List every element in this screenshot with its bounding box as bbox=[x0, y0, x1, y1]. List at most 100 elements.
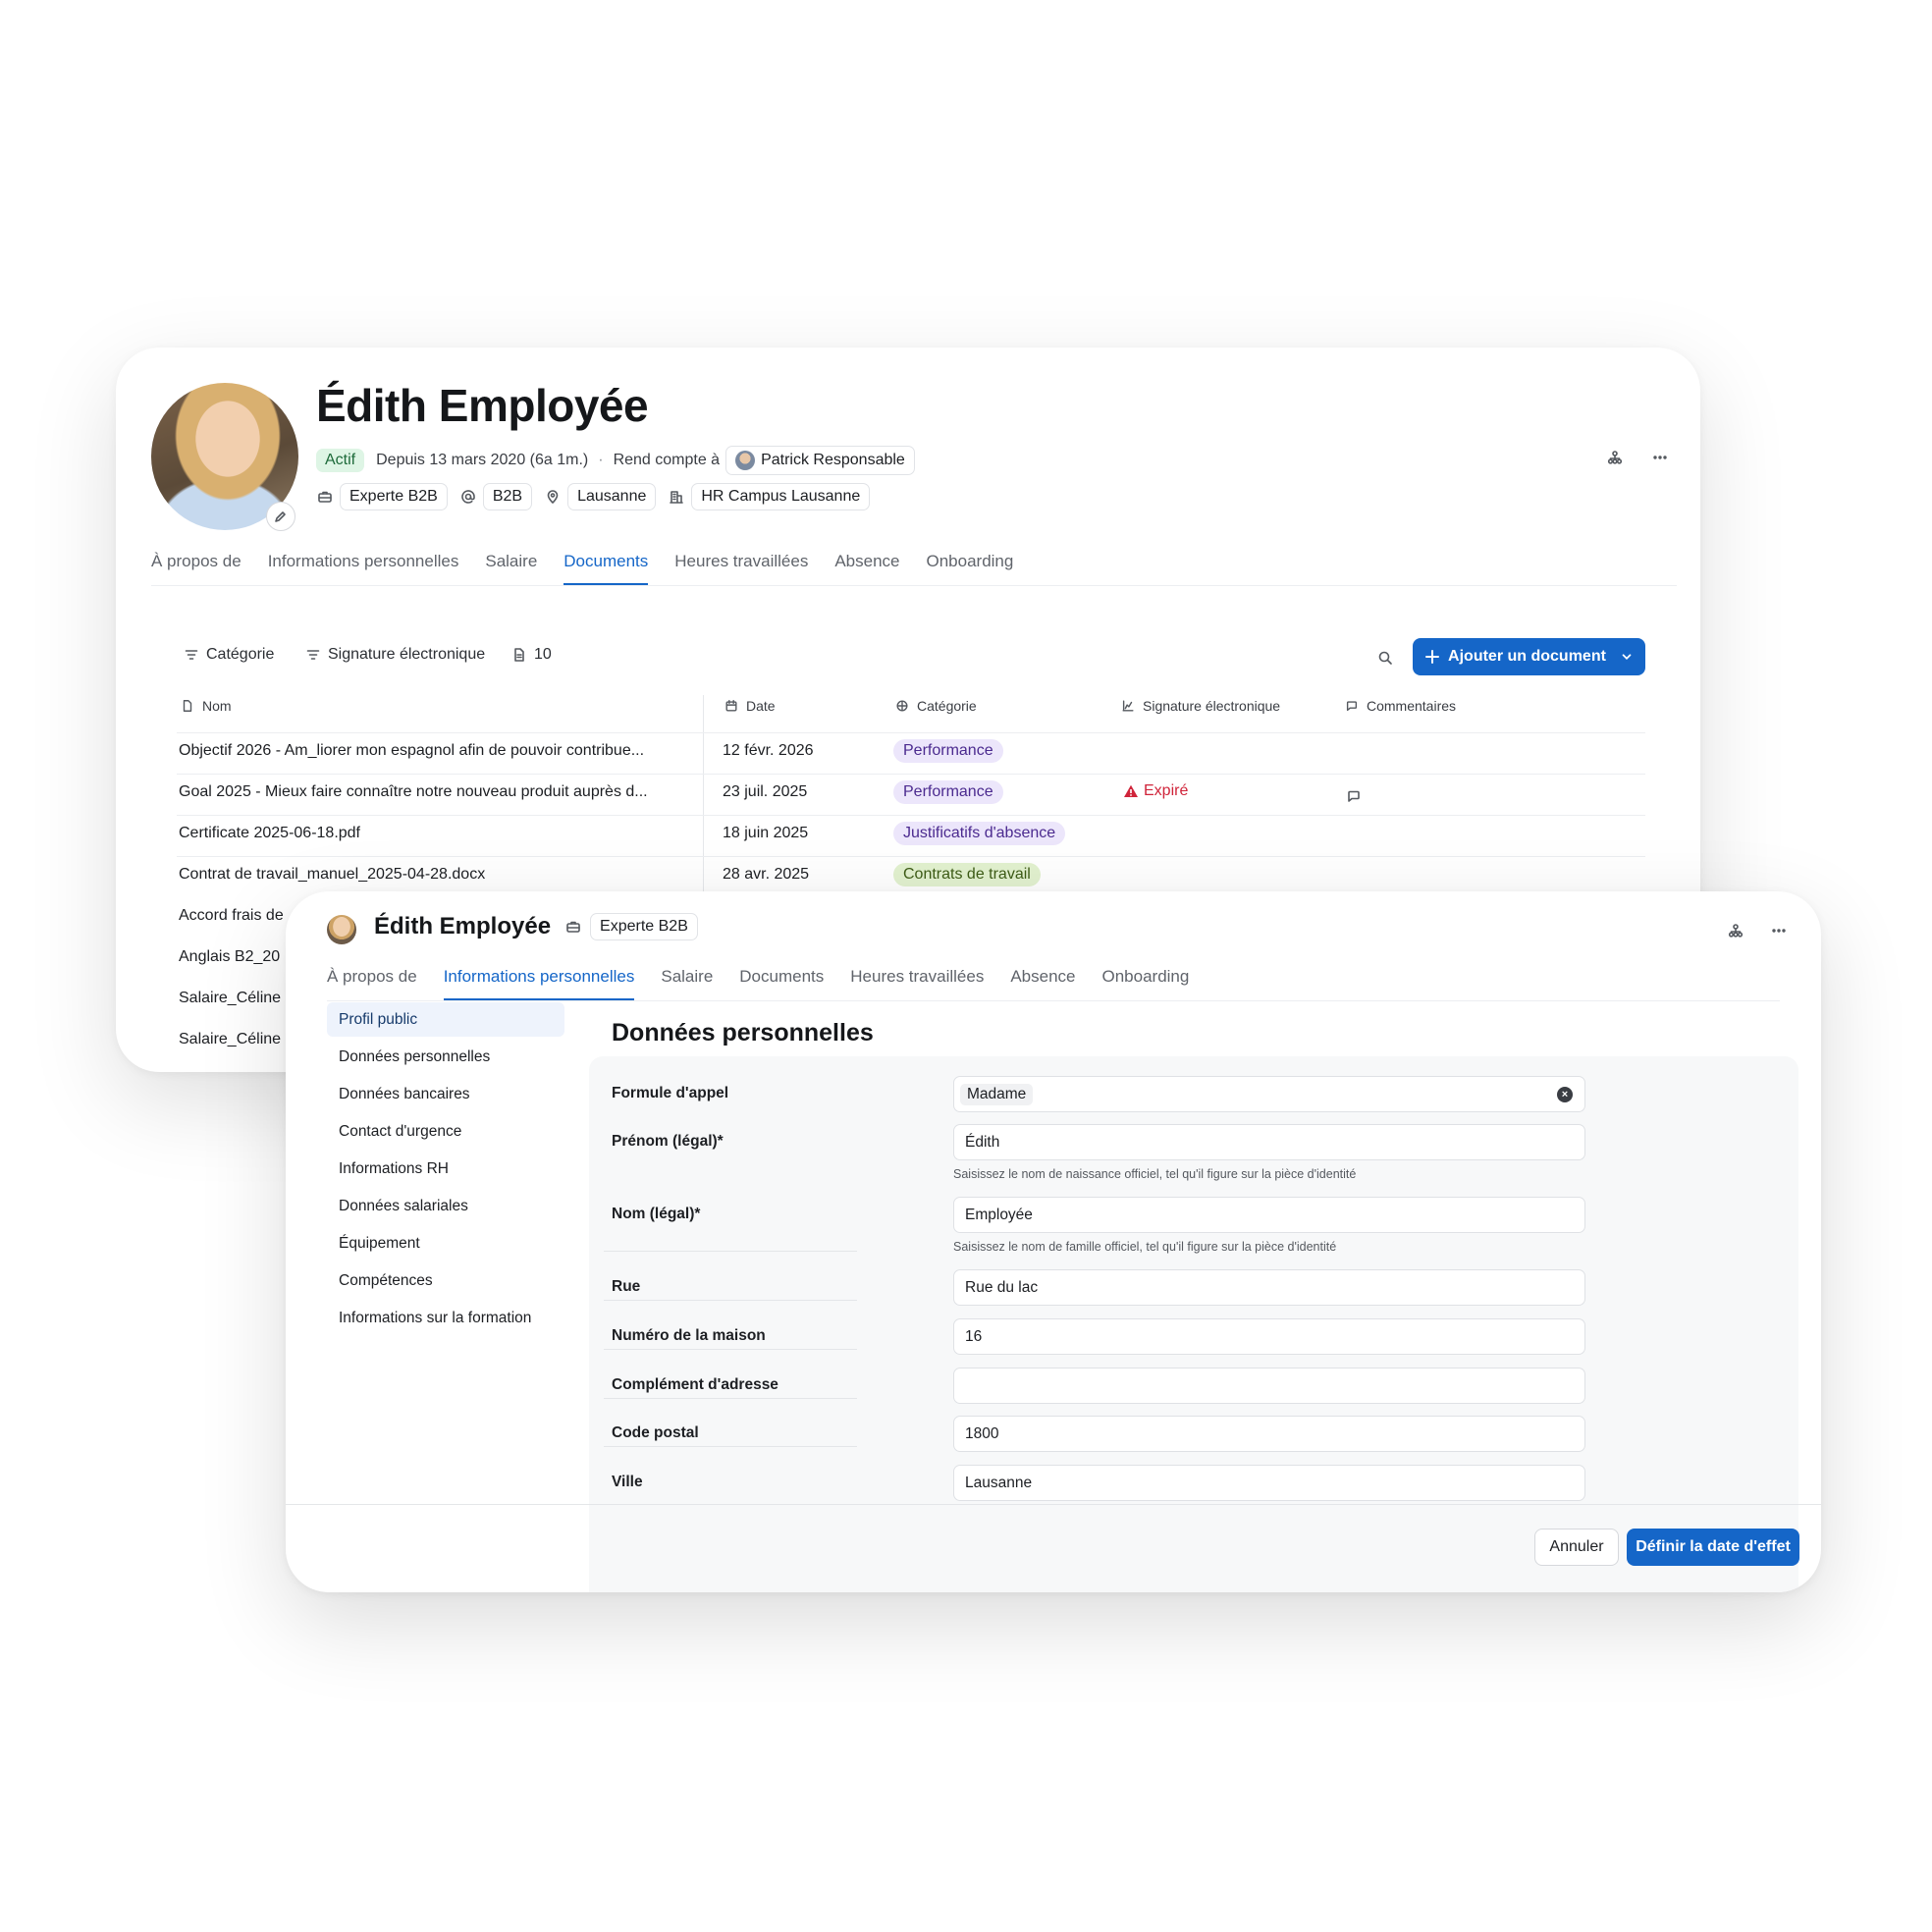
chip-position[interactable]: Experte B2B bbox=[590, 913, 698, 940]
column-header-date[interactable]: Date bbox=[723, 697, 776, 715]
package-icon bbox=[893, 697, 911, 715]
column-header-label: Catégorie bbox=[917, 698, 977, 714]
row-divider bbox=[177, 732, 1645, 733]
sidebar-item-emergency-contact[interactable]: Contact d'urgence bbox=[327, 1114, 564, 1149]
tab-absence[interactable]: Absence bbox=[1010, 967, 1075, 1000]
status-line: Actif Depuis 13 mars 2020 (6a 1m.) · Ren… bbox=[316, 446, 915, 475]
document-name[interactable]: Certificate 2025-06-18.pdf bbox=[179, 825, 360, 842]
column-header-comments[interactable]: Commentaires bbox=[1343, 697, 1456, 715]
tab-documents[interactable]: Documents bbox=[564, 552, 649, 585]
tab-onboarding[interactable]: Onboarding bbox=[1102, 967, 1190, 1000]
category-pill: Contrats de travail bbox=[893, 863, 1041, 886]
signature-status-expired: Expiré bbox=[1123, 782, 1188, 800]
document-name[interactable]: Salaire_Céline bbox=[179, 990, 281, 1007]
document-name[interactable]: Salaire_Céline bbox=[179, 1031, 281, 1048]
more-options-icon[interactable] bbox=[1650, 448, 1670, 467]
row-divider bbox=[177, 774, 1645, 775]
at-icon bbox=[459, 488, 477, 506]
field-divider bbox=[604, 1446, 857, 1447]
sidebar-item-personal-data[interactable]: Données personnelles bbox=[327, 1040, 564, 1074]
tab-personal-info[interactable]: Informations personnelles bbox=[268, 552, 459, 585]
sidebar-item-bank-data[interactable]: Données bancaires bbox=[327, 1077, 564, 1111]
document-name[interactable]: Contrat de travail_manuel_2025-04-28.doc… bbox=[179, 866, 485, 884]
postal-code-input[interactable]: 1800 bbox=[953, 1416, 1585, 1452]
clear-icon[interactable]: × bbox=[1557, 1087, 1573, 1102]
tab-onboarding[interactable]: Onboarding bbox=[927, 552, 1014, 585]
address-extra-label: Complément d'adresse bbox=[612, 1376, 778, 1393]
category-pill: Justificatifs d'absence bbox=[893, 822, 1066, 845]
cancel-button[interactable]: Annuler bbox=[1534, 1529, 1619, 1566]
plus-icon bbox=[1425, 650, 1440, 664]
employee-avatar[interactable] bbox=[327, 915, 356, 944]
manager-name: Patrick Responsable bbox=[761, 452, 905, 468]
filter-category[interactable]: Catégorie bbox=[183, 646, 274, 664]
sidebar-item-salary-data[interactable]: Données salariales bbox=[327, 1189, 564, 1223]
chip-team[interactable]: B2B bbox=[482, 483, 533, 510]
last-name-help: Saisissez le nom de famille officiel, te… bbox=[953, 1240, 1337, 1254]
tab-documents[interactable]: Documents bbox=[739, 967, 824, 1000]
field-divider bbox=[604, 1398, 857, 1399]
add-document-label: Ajouter un document bbox=[1448, 648, 1606, 665]
building-icon bbox=[668, 488, 685, 506]
first-name-label: Prénom (légal)* bbox=[612, 1133, 724, 1150]
filter-category-label: Catégorie bbox=[206, 646, 275, 663]
address-extra-input[interactable] bbox=[953, 1368, 1585, 1404]
document-date: 28 avr. 2025 bbox=[723, 866, 810, 883]
first-name-help: Saisissez le nom de naissance officiel, … bbox=[953, 1167, 1357, 1181]
set-effective-date-button[interactable]: Définir la date d'effet bbox=[1627, 1529, 1799, 1566]
reports-to-label: Rend compte à bbox=[613, 452, 721, 468]
comment-icon bbox=[1343, 697, 1361, 715]
document-name[interactable]: Accord frais de bbox=[179, 907, 284, 925]
more-options-icon[interactable] bbox=[1769, 921, 1789, 940]
column-header-label: Nom bbox=[202, 698, 232, 714]
tab-hours-worked[interactable]: Heures travaillées bbox=[850, 967, 984, 1000]
street-input[interactable]: Rue du lac bbox=[953, 1269, 1585, 1306]
chevron-down-icon[interactable] bbox=[1620, 650, 1634, 664]
document-name[interactable]: Anglais B2_20 bbox=[179, 948, 280, 966]
column-header-category[interactable]: Catégorie bbox=[893, 697, 977, 715]
tab-personal-info[interactable]: Informations personnelles bbox=[443, 967, 635, 1000]
category-pill: Performance bbox=[893, 739, 1003, 763]
tab-salary[interactable]: Salaire bbox=[485, 552, 537, 585]
chip-office[interactable]: HR Campus Lausanne bbox=[691, 483, 871, 510]
column-header-signature[interactable]: Signature électronique bbox=[1119, 697, 1280, 715]
org-chart-icon[interactable] bbox=[1605, 448, 1625, 467]
column-header-label: Date bbox=[746, 698, 776, 714]
row-divider bbox=[177, 856, 1645, 857]
footer-divider bbox=[286, 1504, 1821, 1505]
sidebar-item-hr-info[interactable]: Informations RH bbox=[327, 1152, 564, 1186]
manager-chip[interactable]: Patrick Responsable bbox=[725, 446, 915, 475]
add-document-button[interactable]: Ajouter un document bbox=[1413, 638, 1645, 675]
org-chart-icon[interactable] bbox=[1726, 921, 1745, 940]
tab-absence[interactable]: Absence bbox=[834, 552, 899, 585]
salutation-select[interactable]: Madame × bbox=[953, 1076, 1585, 1112]
tab-salary[interactable]: Salaire bbox=[661, 967, 713, 1000]
manager-avatar bbox=[735, 451, 756, 470]
column-header-name[interactable]: Nom bbox=[179, 697, 232, 715]
personal-info-window: Édith Employée Experte B2B À propos de I… bbox=[286, 891, 1821, 1592]
sidebar-item-training-info[interactable]: Informations sur la formation bbox=[327, 1301, 564, 1335]
tab-about[interactable]: À propos de bbox=[327, 967, 417, 1000]
filter-signature[interactable]: Signature électronique bbox=[304, 646, 485, 664]
sidebar-item-public-profile[interactable]: Profil public bbox=[327, 1002, 564, 1037]
chip-position[interactable]: Experte B2B bbox=[340, 483, 448, 510]
house-number-input[interactable]: 16 bbox=[953, 1318, 1585, 1355]
edit-avatar-button[interactable] bbox=[266, 502, 295, 531]
tab-about[interactable]: À propos de bbox=[151, 552, 242, 585]
search-icon[interactable] bbox=[1375, 648, 1395, 668]
form-title: Données personnelles bbox=[612, 1019, 874, 1046]
document-name[interactable]: Objectif 2026 - Am_liorer mon espagnol a… bbox=[179, 742, 644, 760]
tab-hours-worked[interactable]: Heures travaillées bbox=[674, 552, 808, 585]
profile-tabs: À propos de Informations personnelles Sa… bbox=[327, 967, 1780, 1001]
warning-icon bbox=[1124, 784, 1138, 797]
first-name-input[interactable]: Édith bbox=[953, 1124, 1585, 1160]
column-header-label: Commentaires bbox=[1367, 698, 1457, 714]
sidebar-item-equipment[interactable]: Équipement bbox=[327, 1226, 564, 1261]
comment-icon[interactable] bbox=[1345, 787, 1363, 805]
city-input[interactable]: Lausanne bbox=[953, 1465, 1585, 1501]
document-name[interactable]: Goal 2025 - Mieux faire connaître notre … bbox=[179, 783, 648, 801]
last-name-label: Nom (légal)* bbox=[612, 1206, 701, 1222]
sidebar-item-skills[interactable]: Compétences bbox=[327, 1263, 564, 1298]
chip-location[interactable]: Lausanne bbox=[567, 483, 657, 510]
last-name-input[interactable]: Employée bbox=[953, 1197, 1585, 1233]
